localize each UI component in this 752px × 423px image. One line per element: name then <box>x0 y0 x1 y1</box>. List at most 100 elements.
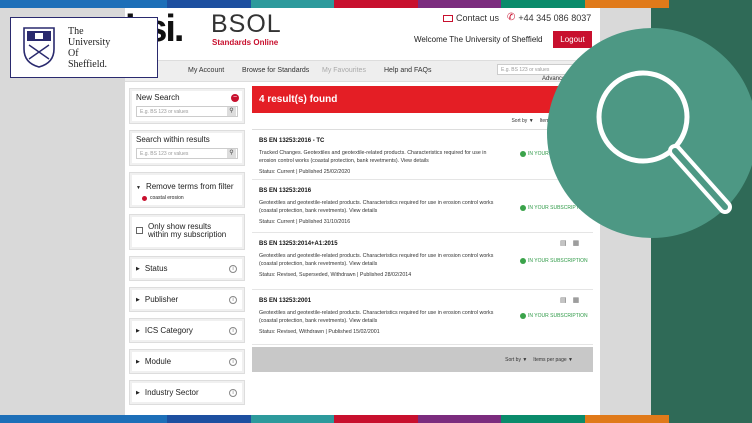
search-icon[interactable]: ⚲ <box>227 149 236 158</box>
stripe-segment <box>83 415 168 423</box>
stripe-segment <box>417 0 502 8</box>
result-status: Status: Current | Published 31/10/2016 <box>259 219 351 225</box>
nav-my-account[interactable]: My Account <box>188 67 224 74</box>
pdf-icon[interactable]: ▤ <box>560 296 567 304</box>
result-item: BS EN 13253:2016 - TC Tracked Changes. G… <box>252 130 593 180</box>
view-details-link[interactable]: View details <box>401 158 429 164</box>
result-title[interactable]: BS EN 13253:2001 <box>259 298 586 304</box>
document-actions: ▤ ▦ <box>560 239 579 247</box>
result-title[interactable]: BS EN 13253:2014+A1:2015 <box>259 241 586 247</box>
facet-module[interactable]: ▶ Module i <box>129 349 245 374</box>
result-title[interactable]: BS EN 13253:2016 - TC <box>259 138 586 144</box>
result-item: BS EN 13253:2016 Geotextiles and geotext… <box>252 180 593 233</box>
document-icon[interactable]: ▦ <box>573 239 580 247</box>
stripe-segment <box>584 415 669 423</box>
filter-sidebar: New Search − E.g. BS 123 or values ⚲ Sea… <box>129 88 245 411</box>
collapse-icon[interactable]: − <box>231 94 239 102</box>
document-actions: ▤ ▦ <box>560 296 579 304</box>
info-icon[interactable]: i <box>229 296 237 304</box>
result-title[interactable]: BS EN 13253:2016 <box>259 188 586 194</box>
search-within-title: Search within results <box>136 135 210 144</box>
pdf-icon[interactable]: ▤ <box>560 239 567 247</box>
contact-us-label: Contact us <box>456 13 500 23</box>
phone-text: +44 345 086 8037 <box>518 12 592 23</box>
sort-by-dropdown[interactable]: Sort by ▼ <box>505 357 527 363</box>
search-within-placeholder: E.g. BS 123 or values <box>140 151 189 157</box>
logout-button[interactable]: Logout <box>553 31 592 48</box>
results-count: 4 result(s) found <box>259 94 338 105</box>
result-description: Geotextiles and geotextile-related produ… <box>259 200 494 214</box>
bottom-sort-bar: Sort by ▼ Items per page ▼ <box>252 347 593 372</box>
subscription-checkbox[interactable] <box>136 227 143 234</box>
caret-down-icon: ▼ <box>522 356 528 363</box>
nav-browse-standards[interactable]: Browse for Standards <box>242 67 309 74</box>
new-search-box: New Search − E.g. BS 123 or values ⚲ <box>129 88 245 124</box>
stripe-segment <box>668 0 752 8</box>
items-per-page-dropdown[interactable]: Items per page ▼ <box>533 357 573 363</box>
result-status: Status: Revised, Superseded, Withdrawn |… <box>259 272 412 278</box>
stripe-segment <box>334 0 418 8</box>
remove-terms-title[interactable]: ▼ Remove terms from filter <box>130 173 244 195</box>
search-icon[interactable]: ⚲ <box>227 107 236 116</box>
stripe-segment <box>167 415 251 423</box>
view-details-link[interactable]: View details <box>349 318 377 324</box>
stripe-segment <box>584 0 669 8</box>
check-circle-icon <box>520 258 526 264</box>
sort-bar: Sort by ▼ Items per page <box>252 113 593 130</box>
stripe-segment <box>250 415 335 423</box>
sort-by-label: Sort by <box>505 356 521 363</box>
triangle-right-icon: ▶ <box>136 358 140 365</box>
triangle-down-icon: ▼ <box>136 185 141 191</box>
info-icon[interactable]: i <box>229 327 237 335</box>
facet-ics-category[interactable]: ▶ ICS Category i <box>129 318 245 343</box>
caret-down-icon: ▼ <box>568 356 573 363</box>
remove-terms-label: Remove terms from filter <box>145 182 234 191</box>
check-circle-icon <box>520 313 526 319</box>
facet-label: Status <box>144 264 168 273</box>
view-details-link[interactable]: View details <box>349 261 377 267</box>
facet-industry-sector[interactable]: ▶ Industry Sector i <box>129 380 245 405</box>
info-icon[interactable]: i <box>229 265 237 273</box>
sort-by-dropdown[interactable]: Sort by ▼ <box>511 118 533 124</box>
phone-icon: ✆ <box>507 12 516 23</box>
subscription-filter-box: Only show results within my subscription <box>129 214 245 250</box>
triangle-right-icon: ▶ <box>136 389 140 396</box>
remove-term-icon[interactable] <box>142 195 147 201</box>
product-subtitle: Standards Online <box>212 38 279 47</box>
stripe-segment <box>417 415 502 423</box>
result-status: Status: Current | Published 25/02/2020 <box>259 169 351 175</box>
results-panel: 4 result(s) found Sort by ▼ Items per pa… <box>252 86 593 372</box>
info-icon[interactable]: i <box>229 358 237 366</box>
subscription-badge: IN YOUR SUBSCRIPTION <box>520 313 588 319</box>
result-description: Tracked Changes. Geotextiles and geotext… <box>259 150 487 164</box>
site-header: bsi. BSOL Standards Online Contact us ✆ … <box>125 8 600 58</box>
stripe-segment <box>334 415 418 423</box>
document-icon[interactable]: ▦ <box>573 296 580 304</box>
items-per-page-label: Items per page <box>533 356 567 363</box>
bsol-page: bsi. BSOL Standards Online Contact us ✆ … <box>125 8 600 415</box>
result-status: Status: Revised, Withdrawn | Published 1… <box>259 329 380 335</box>
new-search-input[interactable]: E.g. BS 123 or values ⚲ <box>136 106 238 117</box>
info-icon[interactable]: i <box>229 389 237 397</box>
stripe-segment <box>167 0 251 8</box>
phone-number: ✆ +44 345 086 8037 <box>507 12 591 23</box>
facet-status[interactable]: ▶ Status i <box>129 256 245 281</box>
stripe-segment <box>501 415 585 423</box>
main-nav: My Account Browse for Standards My Favou… <box>125 60 600 82</box>
result-item: BS EN 13253:2001 Geotextiles and geotext… <box>252 290 593 345</box>
product-name: BSOL <box>211 10 282 38</box>
facet-label: Industry Sector <box>144 388 199 397</box>
filter-term[interactable]: coastal erosion <box>130 195 244 207</box>
view-details-link[interactable]: View details <box>349 208 377 214</box>
nav-help-faqs[interactable]: Help and FAQs <box>384 67 431 74</box>
stripe-segment <box>250 0 335 8</box>
stripe-segment <box>0 0 84 8</box>
result-item: BS EN 13253:2014+A1:2015 Geotextiles and… <box>252 233 593 290</box>
top-color-stripe <box>0 0 752 8</box>
remove-terms-box: ▼ Remove terms from filter coastal erosio… <box>129 172 245 208</box>
facet-label: Publisher <box>144 295 179 304</box>
nav-my-favourites[interactable]: My Favourites <box>322 67 366 74</box>
search-within-input[interactable]: E.g. BS 123 or values ⚲ <box>136 148 238 159</box>
contact-us-link[interactable]: Contact us <box>443 13 499 23</box>
facet-publisher[interactable]: ▶ Publisher i <box>129 287 245 312</box>
